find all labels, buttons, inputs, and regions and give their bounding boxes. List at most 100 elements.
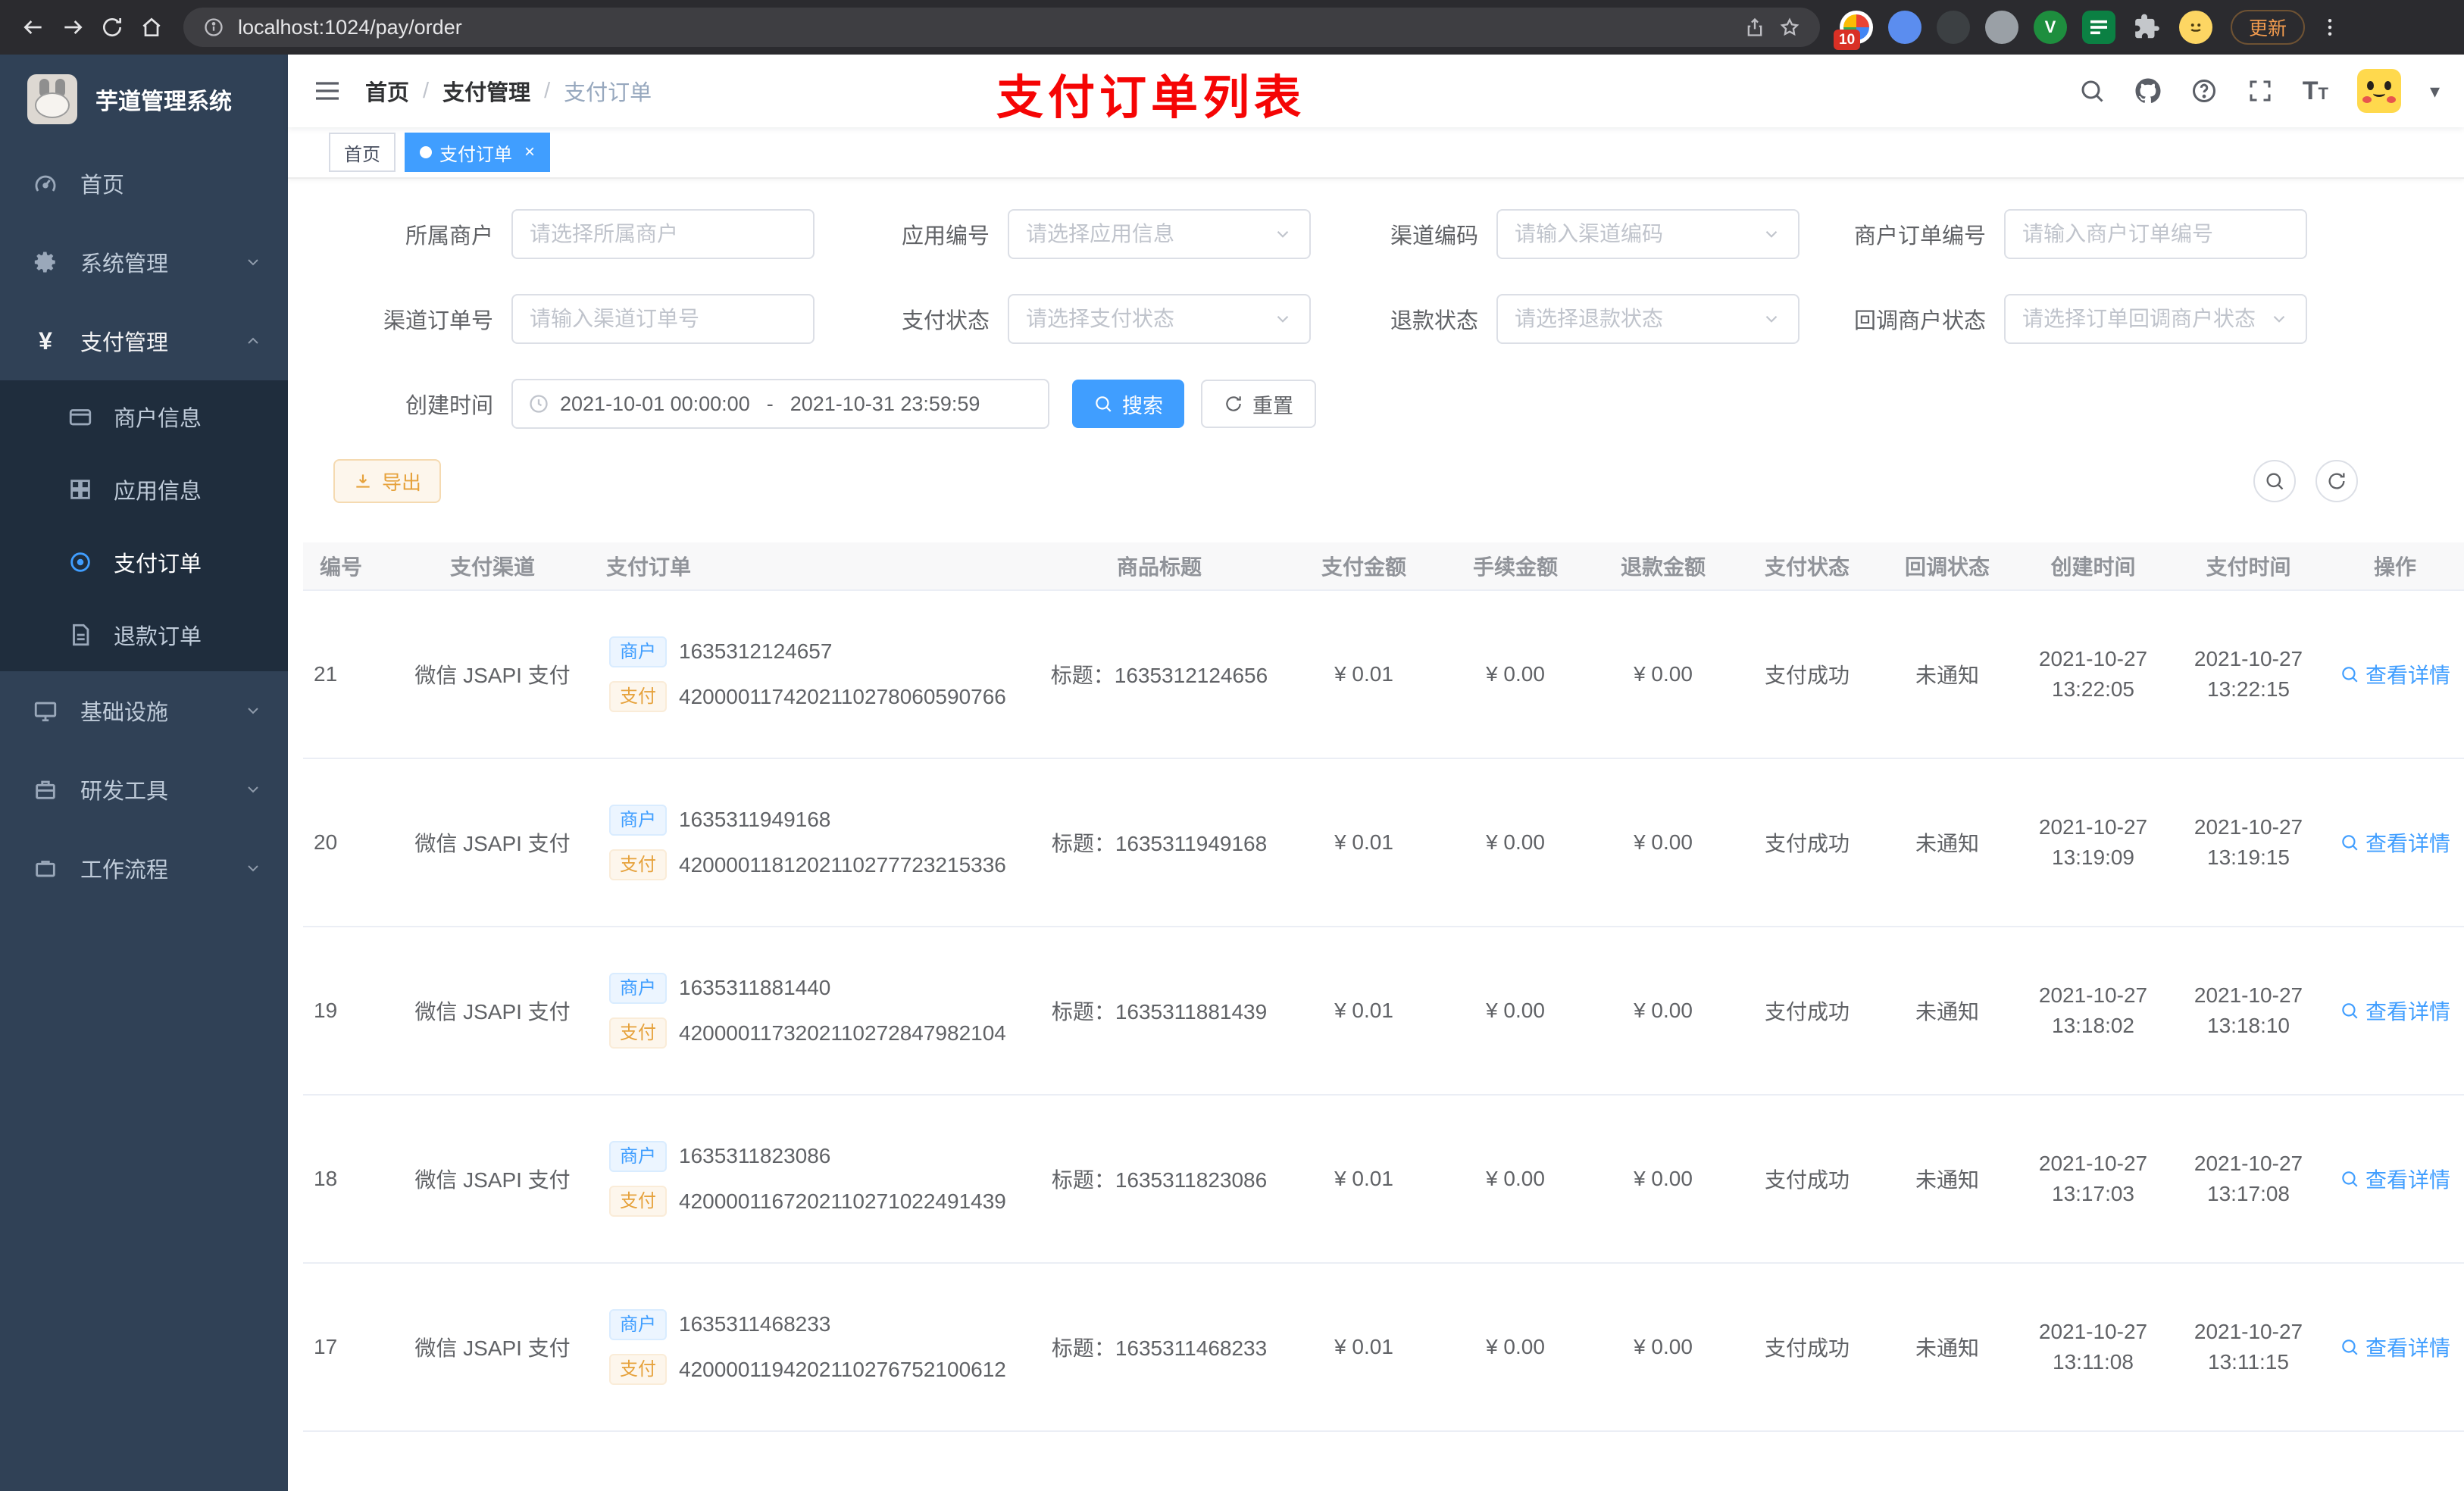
- share-icon[interactable]: [1744, 17, 1765, 38]
- pay-status: 支付成功: [1764, 832, 1850, 855]
- merchant-select[interactable]: [511, 209, 815, 259]
- merchant-input[interactable]: [530, 222, 796, 246]
- merchant-order-no: 1635312124657: [679, 639, 833, 664]
- channel-code-input[interactable]: [1515, 222, 1754, 246]
- product-title: 标题：1635311949168: [1051, 832, 1268, 855]
- merchant-tag: 商户: [609, 972, 667, 1004]
- sidebar-item-app-info[interactable]: 应用信息: [0, 453, 288, 526]
- export-button[interactable]: 导出: [333, 459, 442, 503]
- merchant-order-no: 1635311881440: [679, 976, 831, 1000]
- fullscreen-icon[interactable]: [2247, 77, 2274, 105]
- grid-icon: [67, 476, 94, 503]
- extension-icon-wheel[interactable]: 10: [1834, 11, 1873, 50]
- notify-status-input[interactable]: [2022, 307, 2262, 331]
- hamburger-icon[interactable]: [312, 76, 342, 106]
- font-size-icon[interactable]: TT: [2303, 77, 2328, 106]
- app-id-select[interactable]: [1008, 209, 1311, 259]
- sidebar-item-home[interactable]: 首页: [0, 144, 288, 223]
- extension-icon-blue[interactable]: [1888, 11, 1921, 44]
- refund-status-input[interactable]: [1515, 307, 1754, 331]
- tab-pay-order[interactable]: 支付订单 ×: [405, 133, 551, 172]
- target-icon: [67, 549, 94, 576]
- extension-icon-green-v[interactable]: V: [2034, 11, 2067, 44]
- filter-channel-code: 渠道编码: [1311, 209, 1800, 259]
- logo-avatar: [27, 74, 77, 124]
- navbar: 首页 / 支付管理 / 支付订单 支付订单列表 T T ▾: [288, 55, 2464, 127]
- notify-status-select[interactable]: [2004, 294, 2307, 344]
- sidebar-menu: 首页 系统管理 ¥ 支付管理 商户信息 应用信息 支付订单 退款订单 基础设施 …: [0, 144, 288, 908]
- table-row: 17 微信 JSAPI 支付 商户 1635311468233 支付 4200001194…: [303, 1264, 2464, 1432]
- reset-button[interactable]: 重置: [1201, 380, 1316, 428]
- view-detail-link[interactable]: 查看详情: [2326, 827, 2464, 858]
- view-detail-link[interactable]: 查看详情: [2326, 996, 2464, 1026]
- extension-icon-dark[interactable]: [1937, 11, 1970, 44]
- pay-channel: 微信 JSAPI 支付: [414, 664, 571, 687]
- forward-button[interactable]: [53, 8, 92, 47]
- app-id-input[interactable]: [1026, 222, 1265, 246]
- view-detail-link[interactable]: 查看详情: [2326, 1332, 2464, 1362]
- pay-time: 2021-10-27 13:19:15: [2194, 815, 2303, 869]
- avatar[interactable]: [2356, 69, 2401, 113]
- home-button[interactable]: [132, 8, 171, 47]
- github-icon[interactable]: [2134, 77, 2162, 105]
- notify-status: 未通知: [1915, 1168, 1979, 1192]
- extension-icon-green-chat[interactable]: [2082, 11, 2115, 44]
- chevron-down-icon: [1762, 224, 1781, 244]
- refund-amount: ¥ 0.00: [1634, 830, 1693, 854]
- create-time: 2021-10-27 13:18:02: [2038, 983, 2148, 1037]
- toggle-search-button[interactable]: [2253, 460, 2296, 502]
- refresh-table-button[interactable]: [2315, 460, 2358, 502]
- bookmark-star-icon[interactable]: [1779, 17, 1800, 38]
- channel-transaction-no: 4200001194202110276752100612: [679, 1357, 1006, 1381]
- pay-amount: ¥ 0.01: [1334, 999, 1393, 1022]
- extension-icon-gray[interactable]: [1985, 11, 2018, 44]
- order-id: 17: [314, 1335, 338, 1358]
- channel-order-no-field[interactable]: [511, 294, 815, 344]
- sidebar-item-dev-tools[interactable]: 研发工具: [0, 750, 288, 829]
- breadcrumb-payment[interactable]: 支付管理: [442, 75, 530, 107]
- search-icon[interactable]: [2078, 77, 2106, 105]
- pay-status-input[interactable]: [1026, 307, 1265, 331]
- sidebar-item-pay-order[interactable]: 支付订单: [0, 526, 288, 599]
- breadcrumb-home[interactable]: 首页: [365, 75, 409, 107]
- page-content: 所属商户 应用编号 渠道编码: [288, 179, 2464, 1491]
- reload-button[interactable]: [92, 8, 132, 47]
- merchant-order-no: 1635311468233: [679, 1312, 831, 1336]
- avatar-caret-icon[interactable]: ▾: [2430, 80, 2440, 103]
- sidebar-item-infra[interactable]: 基础设施: [0, 671, 288, 750]
- close-icon[interactable]: ×: [524, 142, 535, 163]
- sidebar-item-payment[interactable]: ¥ 支付管理: [0, 302, 288, 380]
- merchant-order-no-field[interactable]: [2004, 209, 2307, 259]
- channel-code-select[interactable]: [1496, 209, 1800, 259]
- merchant-order-no-input[interactable]: [2022, 222, 2289, 246]
- view-detail-link[interactable]: 查看详情: [2326, 659, 2464, 689]
- pay-status-select[interactable]: [1008, 294, 1311, 344]
- back-button[interactable]: [14, 8, 53, 47]
- channel-order-no-input[interactable]: [530, 307, 796, 331]
- refund-status-select[interactable]: [1496, 294, 1800, 344]
- site-info-icon[interactable]: [203, 17, 224, 38]
- pay-tag: 支付: [609, 681, 667, 713]
- help-icon[interactable]: [2190, 77, 2218, 105]
- column-header: 编号: [319, 555, 362, 579]
- sidebar-item-merchant-info[interactable]: 商户信息: [0, 380, 288, 453]
- pay-tag: 支付: [609, 1354, 667, 1386]
- pay-order-cell: 商户 1635311949168 支付 42000011812021102777232…: [606, 804, 1030, 881]
- notify-status: 未通知: [1915, 1336, 1979, 1360]
- monitor-icon: [32, 697, 59, 724]
- create-time-range-picker[interactable]: 2021-10-01 00:00:00 - 2021-10-31 23:59:5…: [511, 379, 1049, 429]
- url-text[interactable]: localhost:1024/pay/order: [238, 16, 462, 39]
- channel-transaction-no: 4200001167202110271022491439: [679, 1189, 1006, 1213]
- tab-home[interactable]: 首页: [329, 133, 396, 172]
- search-button[interactable]: 搜索: [1072, 380, 1184, 428]
- extension-icon-emoji[interactable]: [2179, 11, 2212, 44]
- browser-menu-icon[interactable]: [2319, 16, 2341, 39]
- sidebar-item-system[interactable]: 系统管理: [0, 223, 288, 302]
- extensions-puzzle-icon[interactable]: [2131, 11, 2164, 44]
- chrome-update-button[interactable]: 更新: [2231, 10, 2306, 45]
- view-detail-link[interactable]: 查看详情: [2326, 1164, 2464, 1194]
- address-bar[interactable]: localhost:1024/pay/order: [183, 8, 1820, 47]
- sidebar-item-refund-order[interactable]: 退款订单: [0, 599, 288, 671]
- sidebar-item-workflow[interactable]: 工作流程: [0, 829, 288, 908]
- breadcrumb: 首页 / 支付管理 / 支付订单: [365, 75, 652, 107]
